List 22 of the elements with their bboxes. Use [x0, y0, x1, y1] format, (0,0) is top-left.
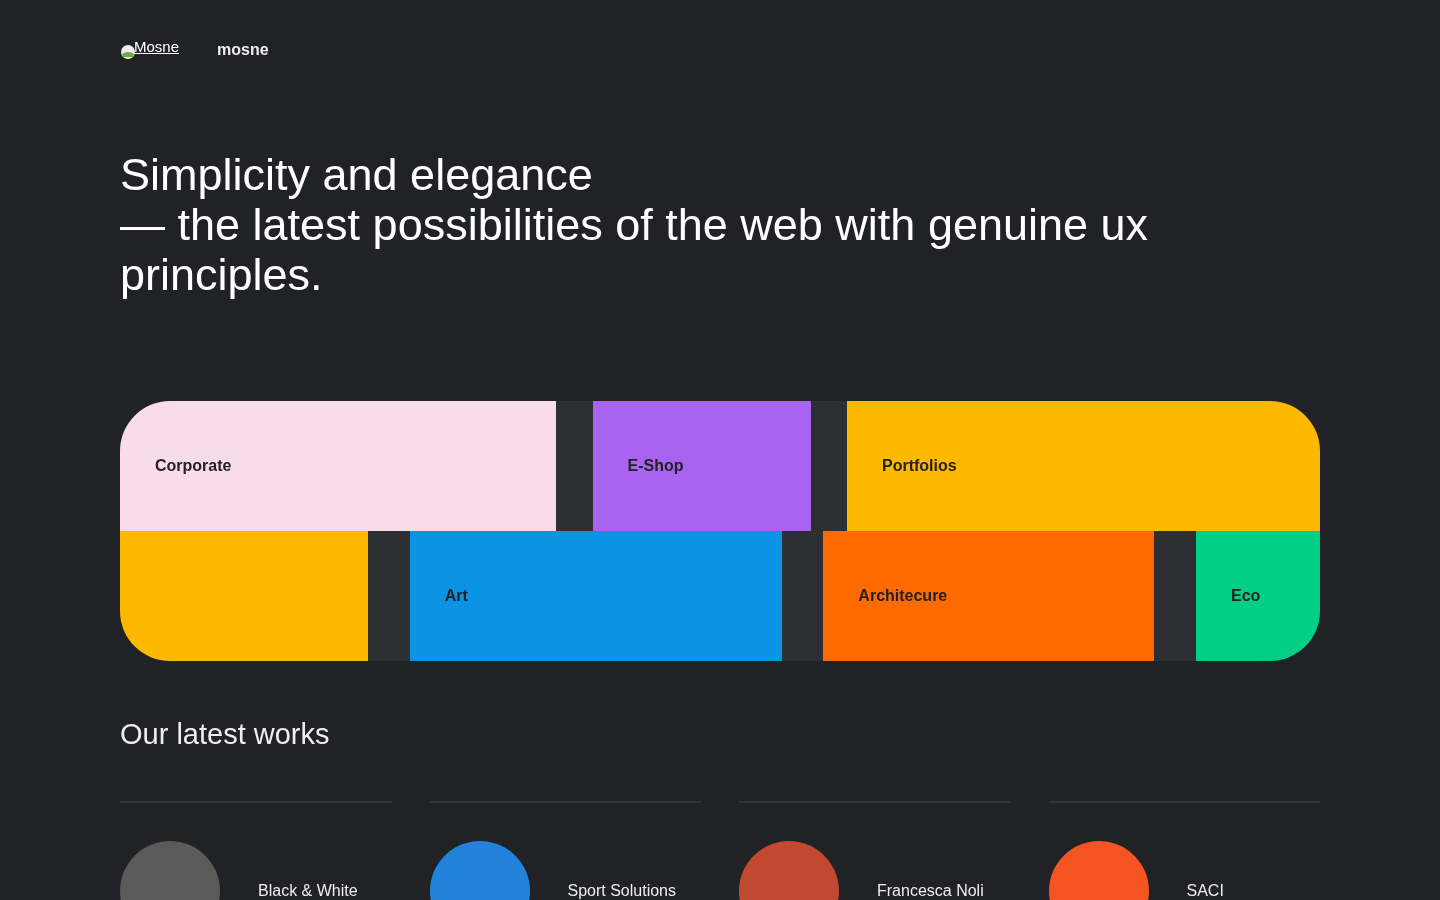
- hero-heading: Simplicity and elegance — the latest possibilities of the web with genuine ux principles.: [120, 150, 1150, 300]
- site-name[interactable]: mosne: [217, 38, 269, 62]
- category-tile[interactable]: Architecure: [823, 531, 1155, 661]
- category-tile[interactable]: Portfolios: [847, 401, 1320, 531]
- project-title[interactable]: Sport Solutions: [567, 878, 676, 900]
- category-tile[interactable]: E-Shop: [592, 401, 811, 531]
- project-title[interactable]: SACI: [1186, 878, 1224, 900]
- category-tile[interactable]: Eco: [1196, 531, 1320, 661]
- category-label: Architecure: [858, 586, 948, 606]
- category-label: Corporate: [155, 456, 232, 476]
- category-tile[interactable]: Art: [409, 531, 782, 661]
- project-title[interactable]: Black & White: [258, 878, 358, 900]
- category-tile[interactable]: [120, 531, 368, 661]
- category-label: E-Shop: [627, 456, 684, 476]
- category-tile[interactable]: Corporate: [120, 401, 556, 531]
- category-label: Art: [444, 586, 468, 606]
- category-label: Eco: [1231, 586, 1261, 606]
- category-label: Portfolios: [882, 456, 957, 476]
- section-heading: Our latest works: [120, 717, 331, 752]
- logo-alt-text[interactable]: Mosne: [134, 40, 180, 54]
- project-title[interactable]: Francesca Noli: [877, 878, 984, 900]
- broken-image-icon: [120, 44, 136, 60]
